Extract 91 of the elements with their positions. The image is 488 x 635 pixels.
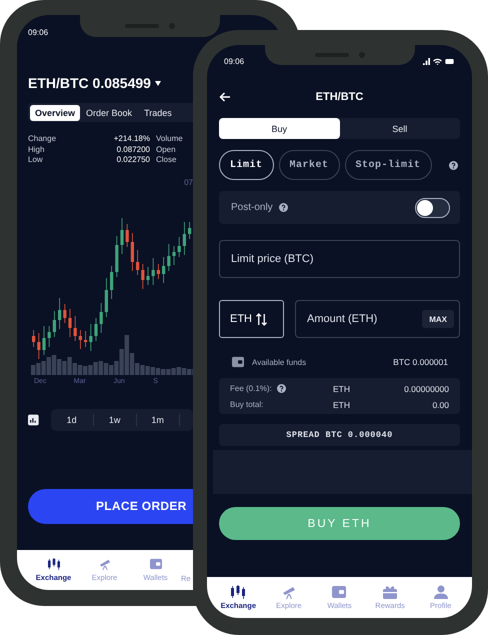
candle	[120, 217, 124, 254]
wallet-icon	[148, 558, 162, 570]
side-tab[interactable]: Sell	[340, 118, 460, 139]
limit-price-field[interactable]: Limit price (BTC)	[219, 240, 460, 278]
candle	[162, 256, 166, 283]
stat-value: +214.18%	[112, 134, 150, 144]
candle	[84, 330, 88, 347]
order-type-chip[interactable]: Stop-limit	[344, 150, 432, 180]
tab[interactable]: Trades	[138, 104, 178, 120]
candle	[136, 249, 140, 275]
fee-value: 0.00000000	[403, 384, 449, 394]
candle	[188, 221, 192, 239]
gift-box-icon	[382, 585, 398, 599]
candle	[141, 263, 144, 289]
stat-label: High	[28, 144, 46, 155]
candle	[58, 297, 62, 329]
timeframe-tab[interactable]: 1d	[50, 414, 94, 426]
candle	[152, 257, 155, 285]
stat-label: Change	[28, 134, 58, 144]
order-type-chip[interactable]: Limit	[219, 150, 274, 180]
timeframe-tab[interactable]: 1m	[136, 414, 180, 426]
toggle-switch[interactable]	[415, 198, 450, 218]
currency-switch-button[interactable]: ETH	[219, 300, 284, 338]
stat-value: 0.087200	[116, 144, 150, 155]
stat-label: Open	[156, 144, 177, 155]
candle	[172, 245, 176, 265]
tab[interactable]: Order Book	[80, 104, 138, 120]
place-order-button[interactable]: PLACE ORDER	[28, 488, 193, 524]
spread-text: SPREAD BTC 0.000040	[286, 430, 393, 440]
fee-currency: ETH	[333, 384, 351, 394]
candle	[32, 329, 36, 347]
candlestick-icon	[46, 558, 60, 570]
candle	[48, 325, 51, 347]
wifi-icon	[433, 58, 442, 64]
pair-price-title: ETH/BTC 0.085499	[28, 75, 151, 91]
candle	[182, 221, 186, 255]
candlestick-icon	[230, 585, 246, 599]
candle	[130, 232, 134, 271]
candle	[110, 265, 114, 299]
screen-title: ETH/BTC	[316, 91, 364, 103]
status-time: 09:06	[28, 28, 50, 37]
amount-field[interactable]: Amount (ETH) MAX	[295, 300, 460, 338]
candle	[89, 323, 92, 351]
swap-icon	[256, 312, 267, 326]
candle	[78, 329, 82, 349]
candle	[115, 235, 118, 277]
fee-currency: ETH	[333, 400, 351, 410]
wallet-icon	[231, 356, 245, 368]
signal-icon	[423, 58, 430, 64]
help-icon[interactable]	[276, 384, 286, 393]
help-icon[interactable]	[278, 203, 288, 212]
max-button[interactable]: MAX	[422, 310, 454, 328]
candle	[94, 317, 98, 341]
candle	[178, 236, 181, 257]
candle	[104, 277, 108, 317]
candle	[146, 266, 150, 285]
bar-chart-icon[interactable]	[28, 414, 39, 426]
fee-label: Buy total:	[230, 400, 264, 409]
fee-value: 0.00	[431, 400, 449, 410]
fee-label: Fee (0.1%):	[230, 384, 272, 393]
telescope-icon	[98, 558, 112, 570]
battery-icon	[445, 58, 454, 64]
funds-value: BTC 0.000001	[393, 357, 448, 367]
timeframe-tab[interactable]: 1w	[94, 414, 137, 426]
tab[interactable]: Overview	[30, 104, 80, 120]
candle	[68, 308, 72, 337]
stat-label: Low	[28, 155, 44, 166]
stat-label: Close	[156, 155, 178, 166]
side-tab[interactable]: Buy	[219, 118, 340, 139]
help-icon[interactable]	[449, 160, 458, 170]
candle	[37, 332, 40, 359]
candle	[74, 315, 77, 341]
candle	[126, 223, 129, 247]
wallet-icon	[331, 585, 348, 599]
telescope-icon	[280, 585, 297, 599]
stat-value: 0.022750	[116, 155, 150, 166]
back-arrow-icon[interactable]	[219, 92, 231, 102]
candle	[42, 325, 46, 355]
option-label: Post-only	[231, 202, 273, 213]
order-type-chip[interactable]: Market	[278, 150, 340, 180]
chart-label: 07	[184, 178, 193, 186]
person-icon	[432, 585, 449, 599]
funds-label: Available funds	[252, 358, 306, 366]
stat-label: Volume	[156, 134, 184, 144]
candle	[100, 302, 103, 333]
candle	[52, 310, 56, 337]
status-time: 09:06	[224, 56, 244, 66]
caret-icon[interactable]	[154, 80, 161, 86]
candle	[156, 263, 160, 279]
candle	[167, 243, 170, 271]
candle	[63, 303, 66, 323]
